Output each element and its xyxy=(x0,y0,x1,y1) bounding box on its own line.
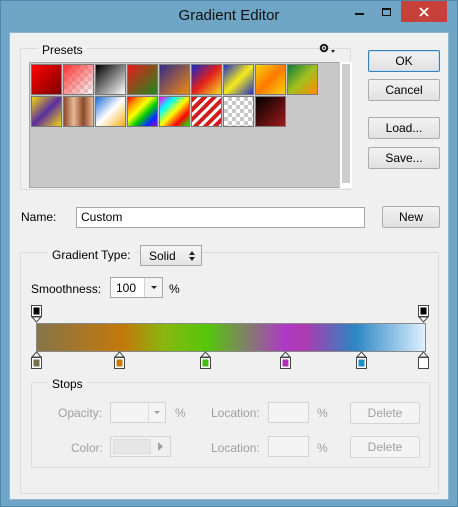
presets-label: Presets xyxy=(38,43,87,57)
close-icon xyxy=(419,6,429,17)
preset-swatch[interactable] xyxy=(159,96,190,127)
color-swatch xyxy=(113,439,151,454)
save-button[interactable]: Save... xyxy=(368,147,440,169)
scrollbar-thumb[interactable] xyxy=(342,64,350,183)
color-stop[interactable] xyxy=(199,351,212,369)
color-location-label: Location: xyxy=(211,441,260,455)
maximize-button[interactable] xyxy=(373,1,400,22)
title-bar[interactable]: Gradient Editor xyxy=(1,1,457,32)
opacity-dropdown-button xyxy=(148,403,165,422)
color-delete-button: Delete xyxy=(350,436,420,458)
color-stop-icon xyxy=(30,351,43,369)
opacity-stop-icon xyxy=(30,305,43,323)
preset-swatch[interactable] xyxy=(159,64,190,95)
opacity-unit: % xyxy=(175,406,186,420)
preset-swatch[interactable] xyxy=(31,96,62,127)
opacity-stop-right[interactable] xyxy=(417,305,430,323)
smoothness-value: 100 xyxy=(116,281,137,295)
presets-scrollbar[interactable] xyxy=(339,62,352,188)
updown-arrows-icon xyxy=(189,251,195,261)
smoothness-combo[interactable]: 100 xyxy=(110,277,163,298)
chevron-down-icon xyxy=(154,411,160,414)
opacity-stop-left[interactable] xyxy=(30,305,43,323)
color-location-input xyxy=(268,436,309,457)
preset-swatch[interactable] xyxy=(191,96,222,127)
preset-swatch[interactable] xyxy=(63,64,94,95)
presets-menu-button[interactable] xyxy=(318,42,336,56)
presets-swatch-list[interactable] xyxy=(29,62,352,188)
gradient-preview-bar[interactable] xyxy=(36,323,426,352)
preset-swatch[interactable] xyxy=(95,64,126,95)
color-stop-icon xyxy=(417,351,430,369)
preset-swatch[interactable] xyxy=(127,64,158,95)
color-stop-icon xyxy=(355,351,368,369)
smoothness-label: Smoothness: xyxy=(31,282,102,296)
opacity-location-unit: % xyxy=(317,406,328,420)
chevron-down-icon xyxy=(151,286,157,289)
dialog-client-area: Presets OK Cancel Load... Save... Name: … xyxy=(9,32,449,500)
color-label: Color: xyxy=(71,441,104,455)
minimize-icon xyxy=(355,12,364,15)
preset-swatch[interactable] xyxy=(223,64,254,95)
load-button[interactable]: Load... xyxy=(368,117,440,139)
preset-swatch[interactable] xyxy=(223,96,254,127)
preset-swatch[interactable] xyxy=(31,64,62,95)
close-button[interactable] xyxy=(401,1,447,22)
color-stop-icon xyxy=(279,351,292,369)
color-stop[interactable] xyxy=(355,351,368,369)
preset-swatch[interactable] xyxy=(191,64,222,95)
color-swatch-picker xyxy=(110,436,171,457)
opacity-combo xyxy=(110,402,166,423)
name-input[interactable]: Custom xyxy=(76,207,365,228)
opacity-label: Opacity: xyxy=(58,406,103,420)
color-stop[interactable] xyxy=(417,351,430,369)
gradient-type-value: Solid xyxy=(149,249,176,263)
color-stop-icon xyxy=(113,351,126,369)
opacity-delete-button: Delete xyxy=(350,402,420,424)
color-stop[interactable] xyxy=(113,351,126,369)
minimize-button[interactable] xyxy=(346,1,373,22)
preset-swatch[interactable] xyxy=(95,96,126,127)
gradient-type-select[interactable]: Solid xyxy=(140,245,202,266)
color-stop-icon xyxy=(199,351,212,369)
preset-swatch[interactable] xyxy=(63,96,94,127)
opacity-stop-icon xyxy=(417,305,430,323)
cancel-button[interactable]: Cancel xyxy=(368,79,440,101)
preset-swatch[interactable] xyxy=(255,96,286,127)
maximize-icon xyxy=(382,7,391,16)
opacity-location-label: Location: xyxy=(211,406,260,420)
smoothness-dropdown-button[interactable] xyxy=(144,278,162,297)
color-stop[interactable] xyxy=(279,351,292,369)
color-location-unit: % xyxy=(317,441,328,455)
color-stop[interactable] xyxy=(30,351,43,369)
preset-swatch[interactable] xyxy=(287,64,318,95)
ok-button[interactable]: OK xyxy=(368,50,440,72)
new-button[interactable]: New xyxy=(382,206,440,228)
opacity-location-input xyxy=(268,402,309,423)
gradient-type-label: Gradient Type: xyxy=(48,248,135,262)
smoothness-unit: % xyxy=(169,282,180,296)
preset-swatch[interactable] xyxy=(127,96,158,127)
preset-swatch[interactable] xyxy=(255,64,286,95)
stops-label: Stops xyxy=(48,377,87,391)
name-label: Name: xyxy=(21,210,57,224)
gradient-editor-window: Gradient Editor Presets OK Cancel Load..… xyxy=(0,0,458,507)
triangle-right-icon xyxy=(158,442,163,451)
gear-icon xyxy=(319,43,335,53)
